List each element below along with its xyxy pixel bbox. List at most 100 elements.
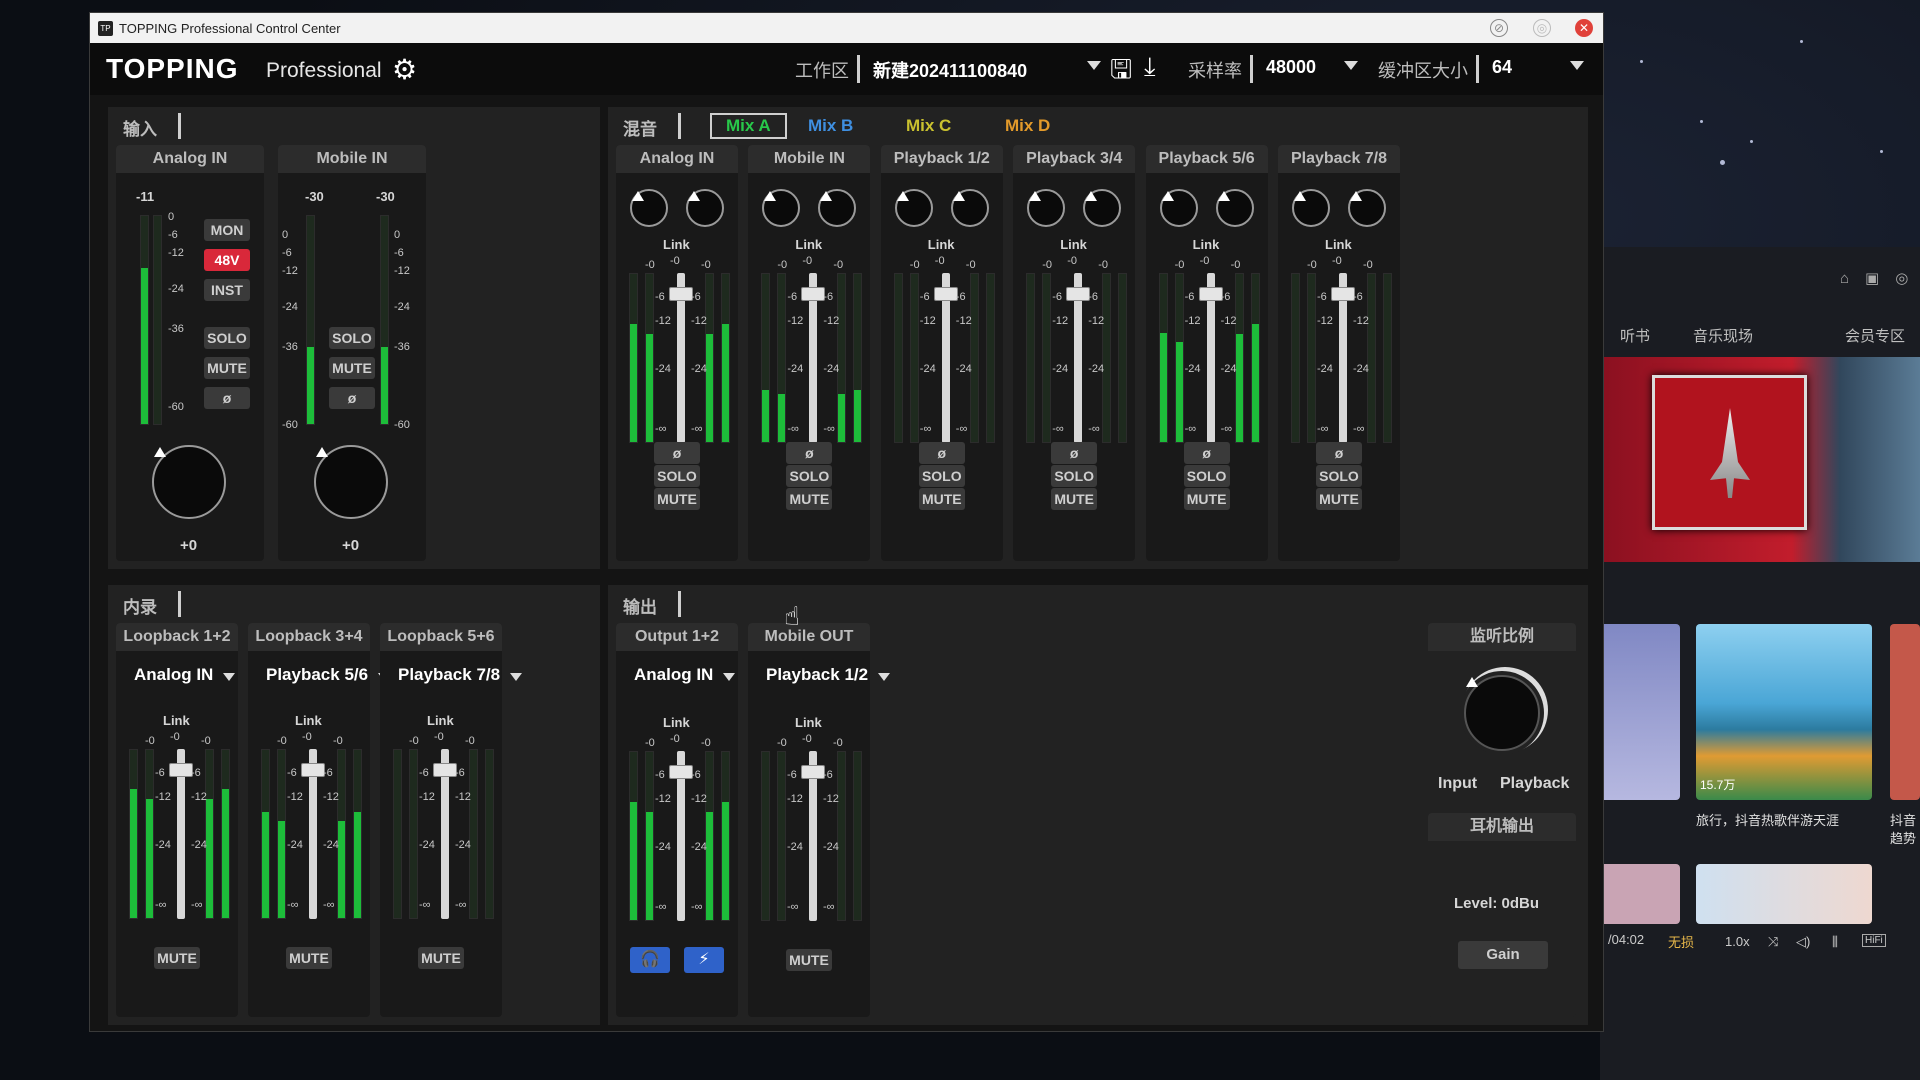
mute-button[interactable]: MUTE — [1316, 488, 1362, 510]
link-label[interactable]: Link — [427, 713, 454, 728]
link-label[interactable]: Link — [163, 713, 190, 728]
tab-mix-a[interactable]: Mix A — [710, 113, 787, 139]
link-label[interactable]: Link — [295, 713, 322, 728]
bgapp-tab-audiobook[interactable]: 听书 — [1620, 325, 1650, 346]
pan-knob-right[interactable] — [686, 189, 724, 227]
monitor-button[interactable]: MON — [204, 219, 250, 241]
mute-button[interactable]: MUTE — [418, 947, 464, 969]
solo-button[interactable]: SOLO — [786, 465, 833, 487]
tab-mix-b[interactable]: Mix B — [808, 116, 853, 136]
source-select[interactable]: Playback 1/2 — [766, 665, 891, 685]
mute-button[interactable]: MUTE — [786, 949, 832, 971]
gain-button[interactable]: Gain — [1458, 941, 1548, 969]
bgapp-quality[interactable]: 无损 — [1668, 932, 1694, 951]
pan-knob-right[interactable] — [818, 189, 857, 227]
shuffle-icon[interactable]: ⤨ — [1768, 934, 1778, 950]
solo-button[interactable]: SOLO — [1183, 465, 1230, 487]
gain-knob[interactable] — [152, 445, 226, 519]
chevron-down-icon[interactable] — [1344, 61, 1358, 70]
fader-handle[interactable] — [669, 287, 693, 301]
bgapp-card[interactable] — [1890, 624, 1920, 800]
link-label[interactable]: Link — [663, 237, 690, 252]
fader-handle[interactable] — [301, 763, 325, 777]
bgapp-tab-vip[interactable]: 会员专区 — [1845, 325, 1905, 346]
inst-button[interactable]: INST — [204, 279, 250, 301]
mute-button[interactable]: MUTE — [286, 947, 332, 969]
minimize-icon[interactable]: ◎ — [1533, 19, 1551, 37]
pan-knob-left[interactable] — [1292, 189, 1330, 227]
bgapp-album-cover[interactable] — [1652, 375, 1807, 530]
mute-button[interactable]: MUTE — [1051, 488, 1098, 510]
source-select[interactable]: Analog IN — [634, 665, 736, 685]
buffer-size-select[interactable]: 64 — [1492, 57, 1512, 78]
mute-button[interactable]: MUTE — [786, 488, 833, 510]
solo-button[interactable]: SOLO — [204, 327, 250, 349]
pan-knob-right[interactable] — [950, 189, 989, 227]
fader-handle[interactable] — [433, 763, 457, 777]
phase-invert-button[interactable]: ø — [1316, 442, 1362, 464]
link-label[interactable]: Link — [795, 237, 822, 252]
solo-button[interactable]: SOLO — [918, 465, 965, 487]
chevron-down-icon[interactable] — [1087, 61, 1101, 70]
download-icon[interactable]: ⤓ — [1144, 51, 1156, 83]
phase-invert-button[interactable]: ø — [329, 387, 375, 409]
source-select[interactable]: Analog IN — [134, 665, 236, 685]
gear-icon[interactable]: ⚙ — [392, 53, 417, 86]
headphones-icon[interactable]: 🎧 — [630, 947, 670, 973]
gain-knob[interactable] — [314, 445, 388, 519]
solo-button[interactable]: SOLO — [654, 465, 700, 487]
save-icon[interactable]: 🖫 — [1110, 51, 1132, 95]
help-icon[interactable]: ⊘ — [1490, 19, 1508, 37]
phase-invert-button[interactable]: ø — [204, 387, 250, 409]
phantom-power-button[interactable]: 48V — [204, 249, 250, 271]
pan-knob-right[interactable] — [1083, 189, 1122, 227]
fader-handle[interactable] — [1198, 287, 1223, 301]
source-select[interactable]: Playback 5/6 — [266, 665, 391, 685]
fader-handle[interactable] — [1331, 287, 1355, 301]
mute-button[interactable]: MUTE — [918, 488, 965, 510]
pan-knob-left[interactable] — [630, 189, 668, 227]
phase-invert-button[interactable]: ø — [1183, 442, 1230, 464]
bgapp-speed[interactable]: 1.0x — [1725, 934, 1750, 949]
link-label[interactable]: Link — [1060, 237, 1087, 252]
fader-handle[interactable] — [801, 287, 826, 301]
pan-knob-left[interactable] — [1027, 189, 1066, 227]
pan-knob-left[interactable] — [762, 189, 801, 227]
fader-handle[interactable] — [169, 763, 193, 777]
equalizer-icon[interactable]: ⫼ — [1832, 934, 1838, 950]
pan-knob-right[interactable] — [1348, 189, 1386, 227]
pan-knob-left[interactable] — [1159, 189, 1198, 227]
pan-knob-right[interactable] — [1215, 189, 1254, 227]
volume-icon[interactable]: ◁) — [1796, 934, 1810, 950]
sample-rate-select[interactable]: 48000 — [1266, 57, 1316, 78]
fader-handle[interactable] — [1066, 287, 1091, 301]
phase-invert-button[interactable]: ø — [918, 442, 965, 464]
link-label[interactable]: Link — [1325, 237, 1352, 252]
pan-knob-left[interactable] — [894, 189, 933, 227]
chevron-down-icon[interactable] — [1570, 61, 1584, 70]
close-icon[interactable]: ✕ — [1575, 19, 1593, 37]
monitor-ratio-knob[interactable] — [1464, 675, 1540, 751]
mute-button[interactable]: MUTE — [154, 947, 200, 969]
tab-mix-d[interactable]: Mix D — [1005, 116, 1050, 136]
workspace-select[interactable]: 新建202411100840 — [873, 57, 1027, 83]
solo-button[interactable]: SOLO — [1051, 465, 1098, 487]
fader-handle[interactable] — [669, 765, 693, 779]
source-select[interactable]: Playback 7/8 — [398, 665, 523, 685]
phase-invert-button[interactable]: ø — [654, 442, 700, 464]
bgapp-tab-live[interactable]: 音乐现场 — [1693, 325, 1753, 346]
phase-invert-button[interactable]: ø — [786, 442, 833, 464]
link-label[interactable]: Link — [928, 237, 955, 252]
fader-handle[interactable] — [933, 287, 958, 301]
solo-button[interactable]: SOLO — [1316, 465, 1362, 487]
mute-button[interactable]: MUTE — [1183, 488, 1230, 510]
bgapp-card[interactable] — [1696, 864, 1872, 924]
bgapp-card[interactable] — [1600, 624, 1680, 800]
tab-mix-c[interactable]: Mix C — [906, 116, 951, 136]
phase-invert-button[interactable]: ø — [1051, 442, 1098, 464]
link-label[interactable]: Link — [1193, 237, 1220, 252]
mute-button[interactable]: MUTE — [204, 357, 250, 379]
bgapp-hifi[interactable]: HiFi — [1862, 934, 1886, 947]
link-label[interactable]: Link — [795, 715, 822, 730]
fader-handle[interactable] — [801, 765, 825, 779]
